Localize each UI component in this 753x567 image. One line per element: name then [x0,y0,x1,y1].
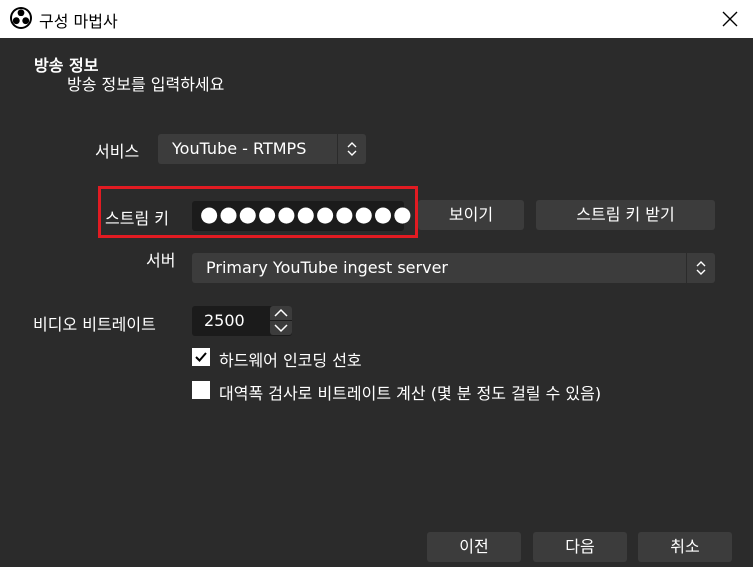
back-button[interactable]: 이전 [427,532,521,562]
service-select[interactable]: YouTube - RTMPS [158,134,366,164]
bitrate-value: 2500 [204,311,245,330]
service-dropdown-arrow[interactable] [337,134,366,164]
window-title: 구성 마법사 [39,12,118,31]
server-dropdown-arrow[interactable] [686,253,715,283]
hardware-encoding-label[interactable]: 하드웨어 인코딩 선호 [219,347,362,371]
bitrate-increment-button[interactable] [270,306,292,320]
get-stream-key-button[interactable]: 스트림 키 받기 [536,200,715,230]
server-value: Primary YouTube ingest server [206,258,448,277]
close-icon [722,11,738,27]
chevron-up-icon [274,308,288,317]
next-button[interactable]: 다음 [533,532,627,562]
title-bar: 구성 마법사 [0,0,753,38]
bandwidth-test-label[interactable]: 대역폭 검사로 비트레이트 계산 (몇 분 정도 걸릴 수 있음) [219,380,601,404]
updown-chevron-icon [347,142,357,156]
service-value: YouTube - RTMPS [172,139,307,158]
bitrate-decrement-button[interactable] [270,321,292,335]
bandwidth-test-checkbox[interactable] [192,381,210,399]
chevron-down-icon [274,324,288,333]
cancel-button[interactable]: 취소 [638,532,732,562]
bitrate-label: 비디오 비트레이트 [33,315,156,334]
service-label: 서비스 [95,142,140,161]
stream-key-highlight [98,186,418,238]
updown-chevron-icon [696,261,706,275]
page-subtitle: 방송 정보를 입력하세요 [67,75,225,94]
hardware-encoding-checkbox[interactable] [192,348,210,366]
server-select[interactable]: Primary YouTube ingest server [192,253,715,283]
show-key-button[interactable]: 보이기 [418,200,524,230]
checkmark-icon [195,352,207,362]
server-label: 서버 [146,251,176,270]
wizard-content: 방송 정보 방송 정보를 입력하세요 서비스 YouTube - RTMPS 스… [0,38,753,567]
close-button[interactable] [707,0,753,38]
obs-logo-icon [10,7,32,29]
